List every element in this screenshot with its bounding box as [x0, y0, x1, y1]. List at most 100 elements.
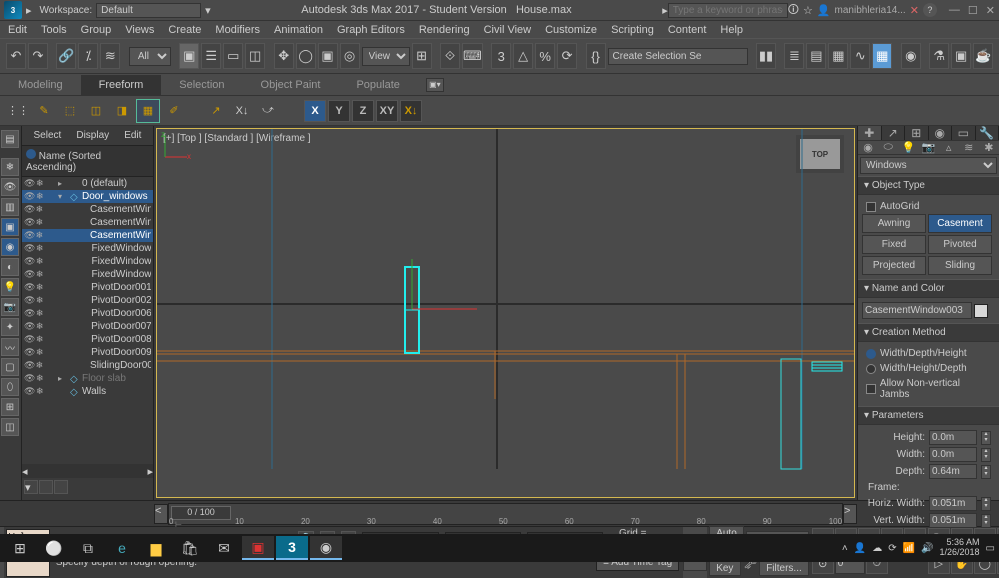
menu-customize[interactable]: Customize: [545, 24, 597, 36]
visibility-icon[interactable]: 👁: [24, 347, 36, 358]
menu-modifiers[interactable]: Modifiers: [215, 24, 260, 36]
workspace-select[interactable]: [96, 3, 201, 18]
menu-rendering[interactable]: Rendering: [419, 24, 470, 36]
side-hide-icon[interactable]: 👁: [1, 178, 19, 196]
menu-civilview[interactable]: Civil View: [484, 24, 531, 36]
ribbon-tab-populate[interactable]: Populate: [338, 75, 417, 95]
close-user-icon[interactable]: ✕: [910, 4, 919, 17]
side-geometry-icon[interactable]: ◉: [1, 238, 19, 256]
opt-casement[interactable]: Casement: [928, 214, 992, 233]
freeze-icon[interactable]: ❄: [36, 204, 48, 215]
rollout-object-type[interactable]: ▾ Object Type: [858, 176, 999, 195]
rect-region-button[interactable]: ▭: [223, 43, 243, 69]
object-color-swatch[interactable]: [974, 304, 988, 318]
tree-row[interactable]: 👁❄▸0 (default): [22, 177, 153, 190]
bind-button[interactable]: ≋: [100, 43, 120, 69]
unlink-button[interactable]: ⁒: [78, 43, 98, 69]
drag-icon[interactable]: ⬚: [58, 99, 82, 123]
polydraw-icon[interactable]: ✎: [32, 99, 56, 123]
filter-funnel-icon[interactable]: [54, 480, 68, 494]
search-icon[interactable]: ⚪: [38, 536, 70, 560]
layer-explorer-button[interactable]: ▤: [806, 43, 826, 69]
explorer-icon[interactable]: ▆: [140, 536, 172, 560]
freeze-icon[interactable]: ❄: [36, 373, 48, 384]
side-display-icon[interactable]: ▣: [1, 218, 19, 236]
link-button[interactable]: 🔗: [56, 43, 76, 69]
tray-up-icon[interactable]: ˄: [842, 543, 848, 554]
visibility-icon[interactable]: 👁: [24, 321, 36, 332]
filter-expand-icon[interactable]: ▾: [24, 480, 38, 494]
cat-spacewarps-icon[interactable]: ≋: [959, 141, 979, 154]
cat-helpers-icon[interactable]: ▵: [939, 141, 959, 154]
tree-row[interactable]: 👁❄▸◇Floor slab: [22, 372, 153, 385]
opt-sliding[interactable]: Sliding: [928, 256, 992, 275]
freeze-icon[interactable]: ❄: [36, 178, 48, 189]
schematic-view-button[interactable]: ▦: [872, 43, 892, 69]
visibility-icon[interactable]: 👁: [24, 282, 36, 293]
scene-tab-display[interactable]: Display: [76, 130, 109, 141]
snap-toggle-button[interactable]: 3: [491, 43, 511, 69]
conform-icon[interactable]: ▦: [136, 99, 160, 123]
select-object-button[interactable]: ▣: [179, 43, 199, 69]
side-groups-icon[interactable]: ⊞: [1, 398, 19, 416]
placement-button[interactable]: ◎: [340, 43, 360, 69]
cat-shapes-icon[interactable]: ⬭: [878, 141, 898, 154]
side-container-icon[interactable]: ▢: [1, 358, 19, 376]
grips-icon[interactable]: ⋮⋮: [6, 99, 30, 123]
scene-scrollbar[interactable]: ◂▸: [22, 464, 153, 478]
rollout-creation-method[interactable]: ▾ Creation Method: [858, 323, 999, 342]
clock[interactable]: 5:36 AM 1/26/2018: [940, 538, 980, 558]
menu-content[interactable]: Content: [668, 24, 707, 36]
toggle-ribbon-button[interactable]: ▦: [828, 43, 848, 69]
step-build-icon[interactable]: ✐: [162, 99, 186, 123]
side-freeze-icon[interactable]: ❄: [1, 158, 19, 176]
constrain-xi-button[interactable]: X↓: [400, 100, 422, 122]
maximize-icon[interactable]: ☐: [968, 4, 978, 17]
cat-systems-icon[interactable]: ✱: [979, 141, 999, 154]
tree-row[interactable]: 👁❄CasementWin: [22, 203, 153, 216]
cat-geometry-icon[interactable]: ◉: [858, 141, 878, 154]
constrain-xy-button[interactable]: XY: [376, 100, 398, 122]
tab-scene-explorer-icon[interactable]: ▤: [1, 130, 19, 148]
rollout-name-color[interactable]: ▾ Name and Color: [858, 279, 999, 298]
tree-row[interactable]: 👁❄CasementWin: [22, 229, 153, 242]
cat-lights-icon[interactable]: 💡: [898, 141, 918, 154]
ref-coord-select[interactable]: View: [362, 47, 410, 66]
scene-tab-select[interactable]: Select: [34, 130, 62, 141]
menu-grapheditors[interactable]: Graph Editors: [337, 24, 405, 36]
help-icon[interactable]: ?: [923, 3, 937, 17]
constrain-z-button[interactable]: Z: [352, 100, 374, 122]
cmd-tab-hierarchy[interactable]: ⊞: [905, 126, 929, 140]
rotate-button[interactable]: ◯: [296, 43, 316, 69]
menu-views[interactable]: Views: [125, 24, 154, 36]
visibility-icon[interactable]: 👁: [24, 360, 36, 371]
filter-search-icon[interactable]: [39, 480, 53, 494]
tree-row[interactable]: 👁❄PivotDoor009: [22, 346, 153, 359]
3dsmax-task-icon[interactable]: 3: [276, 536, 308, 560]
tree-row[interactable]: 👁❄FixedWindow: [22, 268, 153, 281]
store-icon[interactable]: 🛍: [174, 536, 206, 560]
tree-row[interactable]: 👁❄PivotDoor001: [22, 281, 153, 294]
user-link[interactable]: manibhleria14...: [835, 5, 906, 16]
side-bone-icon[interactable]: ⬯: [1, 378, 19, 396]
rollout-parameters[interactable]: ▾ Parameters: [858, 406, 999, 425]
tree-row[interactable]: 👁❄PivotDoor008: [22, 333, 153, 346]
hwidth-input[interactable]: [929, 496, 977, 511]
star-icon[interactable]: ☆: [803, 4, 813, 17]
start-button[interactable]: ⊞: [4, 536, 36, 560]
ribbon-tab-selection[interactable]: Selection: [161, 75, 242, 95]
ribbon-tab-modeling[interactable]: Modeling: [0, 75, 81, 95]
side-space-icon[interactable]: 〰: [1, 338, 19, 356]
visibility-icon[interactable]: 👁: [24, 373, 36, 384]
vwidth-input[interactable]: [929, 513, 977, 528]
height-spinner[interactable]: ▴▾: [981, 431, 991, 445]
mail-icon[interactable]: ✉: [208, 536, 240, 560]
topology-icon[interactable]: ◫: [84, 99, 108, 123]
side-helpers-icon[interactable]: ✦: [1, 318, 19, 336]
offset-icon[interactable]: X↓: [230, 99, 254, 123]
freeze-icon[interactable]: ❄: [36, 243, 48, 254]
taskview-icon[interactable]: ⧉: [72, 536, 104, 560]
close-icon[interactable]: ✕: [986, 4, 995, 17]
opt-awning[interactable]: Awning: [862, 214, 926, 233]
rendered-frame-button[interactable]: ▣: [951, 43, 971, 69]
